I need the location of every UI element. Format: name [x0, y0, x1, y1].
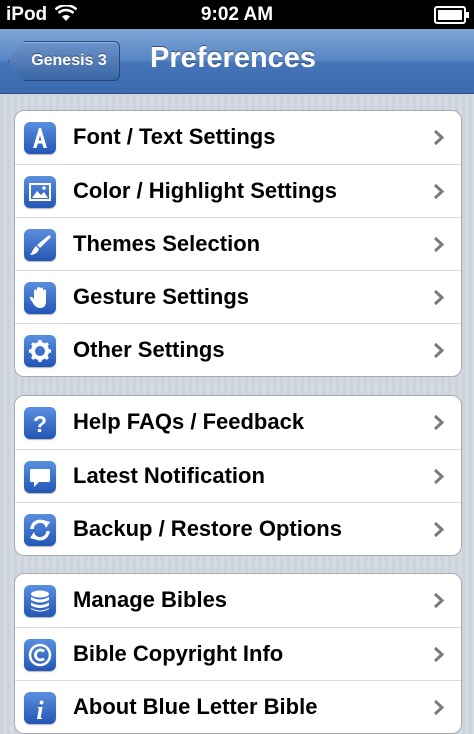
menu-item-label: Bible Copyright Info: [73, 641, 284, 666]
menu-item-help-faqs-feedback[interactable]: ? Help FAQs / Feedback: [15, 396, 461, 449]
support-group: ? Help FAQs / Feedback Latest Notificati…: [14, 395, 462, 556]
chevron-right-icon: [433, 521, 445, 543]
menu-item-label: Help FAQs / Feedback: [73, 409, 305, 434]
menu-item-color-highlight-settings[interactable]: Color / Highlight Settings: [15, 164, 461, 217]
chevron-right-icon: [433, 699, 445, 721]
menu-item-other-settings[interactable]: Other Settings: [15, 323, 461, 376]
status-bar: iPod 9:02 AM: [0, 0, 474, 29]
menu-item-latest-notification[interactable]: Latest Notification: [15, 449, 461, 502]
chevron-right-icon: [433, 236, 445, 258]
navigation-bar: Genesis 3 Preferences: [0, 29, 474, 94]
menu-item-backup-restore-options[interactable]: Backup / Restore Options: [15, 502, 461, 555]
menu-item-label: Font / Text Settings: [73, 124, 276, 149]
hand-icon: [24, 282, 56, 314]
gear-icon: [24, 335, 56, 367]
menu-item-manage-bibles[interactable]: Manage Bibles: [15, 574, 461, 627]
status-time: 9:02 AM: [200, 4, 274, 25]
info-icon: i: [24, 692, 56, 724]
database-icon: [24, 585, 56, 617]
settings-group: Font / Text Settings Color / Highlight S…: [14, 110, 462, 377]
menu-item-label: Backup / Restore Options: [73, 516, 342, 541]
picture-icon: [24, 176, 56, 208]
page-title: Preferences: [150, 42, 317, 74]
chevron-right-icon: [433, 414, 445, 436]
chevron-right-icon: [433, 342, 445, 364]
menu-item-font-text-settings[interactable]: Font / Text Settings: [15, 111, 461, 164]
chevron-right-icon: [433, 129, 445, 151]
menu-item-label: About Blue Letter Bible: [73, 694, 318, 719]
letter-a-icon: [24, 122, 56, 154]
brush-icon: [24, 229, 56, 261]
menu-item-about-blue-letter-bible[interactable]: i About Blue Letter Bible: [15, 680, 461, 733]
battery-icon: [434, 6, 469, 24]
menu-item-label: Themes Selection: [73, 231, 261, 256]
sync-icon: [24, 514, 56, 546]
menu-item-gesture-settings[interactable]: Gesture Settings: [15, 270, 461, 323]
menu-item-label: Manage Bibles: [73, 587, 228, 612]
back-button[interactable]: Genesis 3: [8, 41, 120, 81]
menu-item-label: Gesture Settings: [73, 284, 250, 309]
menu-item-label: Other Settings: [73, 337, 225, 362]
menu-item-themes-selection[interactable]: Themes Selection: [15, 217, 461, 270]
copyright-icon: [24, 639, 56, 671]
speech-bubble-icon: [24, 461, 56, 493]
chevron-right-icon: [433, 289, 445, 311]
chevron-right-icon: [433, 468, 445, 490]
svg-text:i: i: [36, 696, 44, 724]
chevron-right-icon: [433, 183, 445, 205]
chevron-right-icon: [433, 592, 445, 614]
chevron-right-icon: [433, 646, 445, 668]
svg-text:?: ?: [33, 411, 47, 437]
menu-item-bible-copyright-info[interactable]: Bible Copyright Info: [15, 627, 461, 680]
about-group: Manage Bibles Bible Copyright Info i Abo…: [14, 573, 462, 734]
menu-item-label: Color / Highlight Settings: [73, 178, 337, 203]
menu-item-label: Latest Notification: [73, 463, 265, 488]
question-icon: ?: [24, 407, 56, 439]
